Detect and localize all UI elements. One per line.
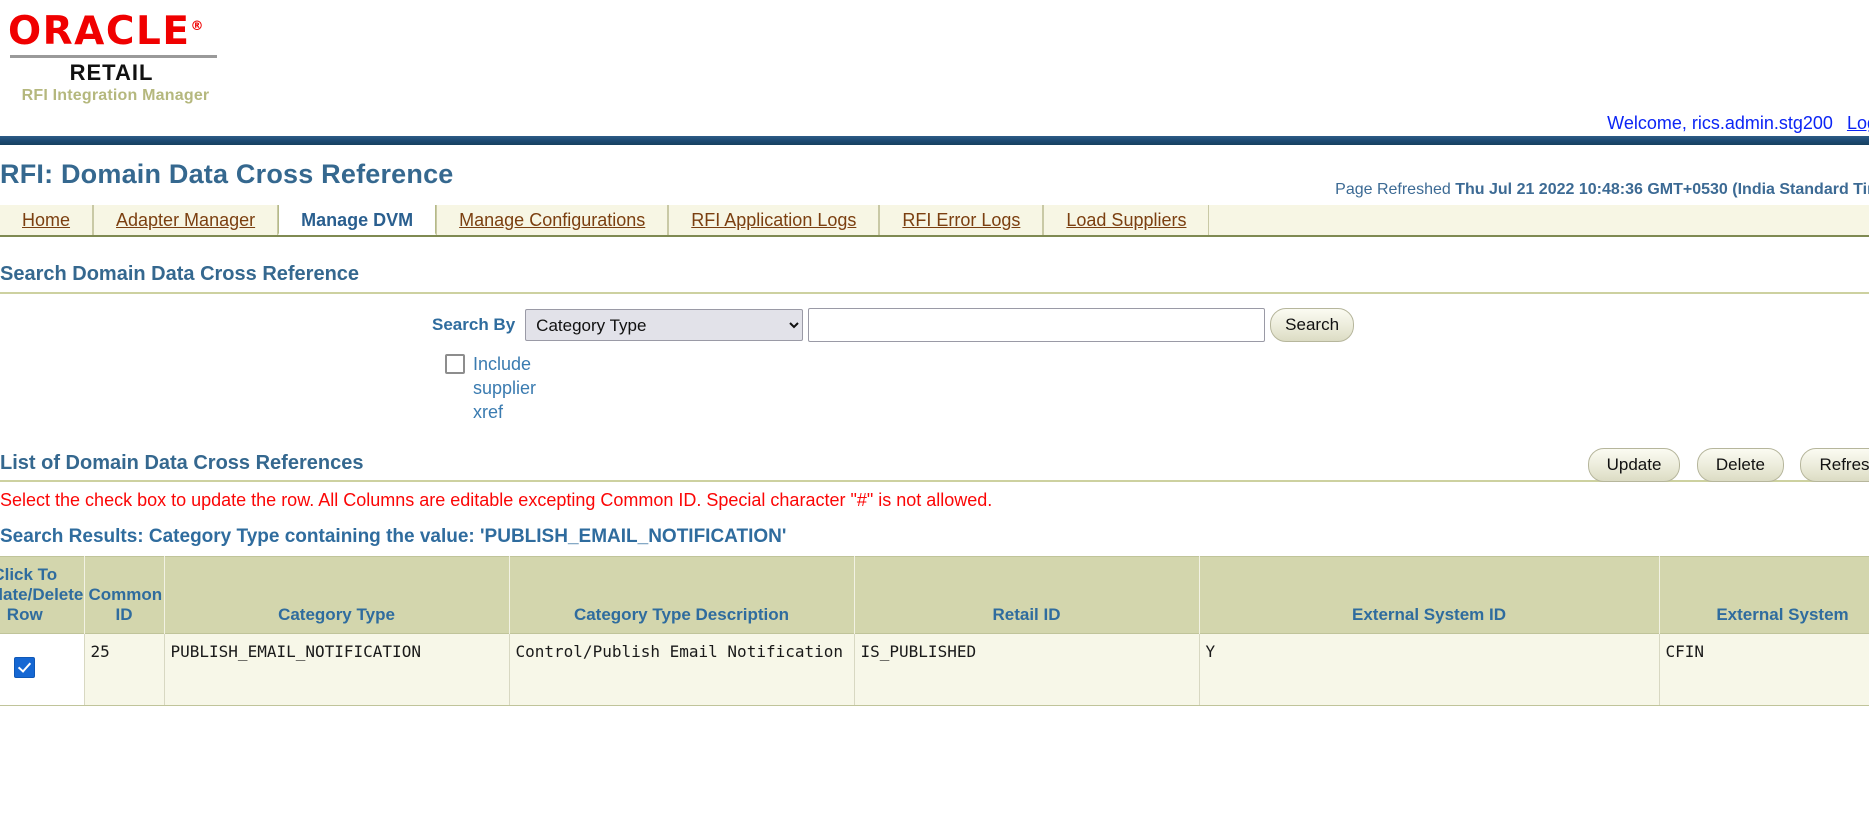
tab-rfi-error-logs[interactable]: RFI Error Logs [879,205,1044,235]
product-name: RFI Integration Manager [21,87,210,104]
cell-external-system-id[interactable]: Y [1199,633,1660,706]
search-area: Search By Category Type Search Include s… [0,294,1869,434]
column-header-external-system: External System [1659,556,1869,634]
warning-row: Select the check box to update the row. … [0,482,1869,518]
delete-button[interactable]: Delete [1696,448,1785,482]
row-select-cell[interactable] [0,633,85,706]
include-supplier-xref-label: Include supplier xref [473,354,537,422]
page-refreshed-timestamp: Thu Jul 21 2022 10:48:36 GMT+0530 (India… [1455,181,1869,198]
page-refreshed-label: Page Refreshed [1335,181,1451,198]
column-header-category-type-description: Category Type Description [509,556,855,634]
table-header-row: Click To Update/Delete Row Common ID Cat… [0,556,1869,634]
oracle-wordmark: ORACLE [8,9,191,54]
column-header-external-system-id: External System ID [1199,556,1660,634]
tab-load-suppliers[interactable]: Load Suppliers [1043,205,1210,235]
refresh-button[interactable]: Refresh [1800,448,1869,482]
edit-warning-text: Select the check box to update the row. … [0,490,993,510]
title-row: RFI: Domain Data Cross Reference Page Re… [0,145,1869,205]
tab-manage-configurations[interactable]: Manage Configurations [436,205,669,235]
branding-block: ORACLE® RETAIL RFI Integration Manager [0,0,1869,110]
header-accent-bar [0,136,1869,145]
update-button[interactable]: Update [1587,448,1681,482]
search-input[interactable] [808,308,1266,342]
logout-link[interactable]: Logout [1847,113,1869,133]
domain-data-cross-reference-table: Click To Update/Delete Row Common ID Cat… [0,556,1869,706]
row-select-checkbox[interactable] [14,657,36,678]
cell-external-system[interactable]: CFIN [1659,633,1869,706]
oracle-logo: ORACLE® [8,6,203,53]
tab-adapter-manager[interactable]: Adapter Manager [93,205,279,235]
tab-manage-dvm[interactable]: Manage DVM [278,205,437,235]
welcome-text: Welcome, rics.admin.stg200 [1607,113,1833,133]
cell-common-id: 25 [84,633,165,706]
cell-retail-id[interactable]: IS_PUBLISHED [854,633,1200,706]
cell-category-type[interactable]: PUBLISH_EMAIL_NOTIFICATION [164,633,510,706]
search-results-summary: Search Results: Category Type containing… [0,526,787,547]
logo-divider [10,55,217,58]
welcome-bar: Welcome, rics.admin.stg200 Logout [0,110,1869,136]
registered-trademark-icon: ® [190,19,204,34]
table-row: 25 PUBLISH_EMAIL_NOTIFICATION Control/Pu… [0,633,1869,706]
search-by-select[interactable]: Category Type [525,309,804,341]
column-header-category-type: Category Type [164,556,510,634]
search-by-label: Search By [432,315,516,334]
list-section-header-row: List of Domain Data Cross References Upd… [0,434,1869,482]
column-header-common-id: Common ID [84,556,165,634]
search-button[interactable]: Search [1270,308,1355,342]
include-supplier-xref-checkbox[interactable] [445,354,465,374]
column-header-retail-id: Retail ID [854,556,1200,634]
search-section-heading: Search Domain Data Cross Reference [0,263,360,285]
list-action-buttons: Update Delete Refresh [1576,448,1869,482]
retail-wordmark: RETAIL [69,60,154,85]
page-refreshed-info: Page Refreshed Thu Jul 21 2022 10:48:36 … [1335,181,1869,199]
search-controls-row: Search By Category Type Search [0,308,1869,342]
tab-home[interactable]: Home [0,205,94,235]
include-supplier-xref-row: Include supplier xref [0,352,1869,424]
column-header-click-to-update-delete-row: Click To Update/Delete Row [0,556,85,634]
main-tab-bar: Home Adapter Manager Manage DVM Manage Conf… [0,205,1869,237]
tab-rfi-application-logs[interactable]: RFI Application Logs [668,205,880,235]
cell-category-type-description[interactable]: Control/Publish Email Notification [509,633,855,706]
